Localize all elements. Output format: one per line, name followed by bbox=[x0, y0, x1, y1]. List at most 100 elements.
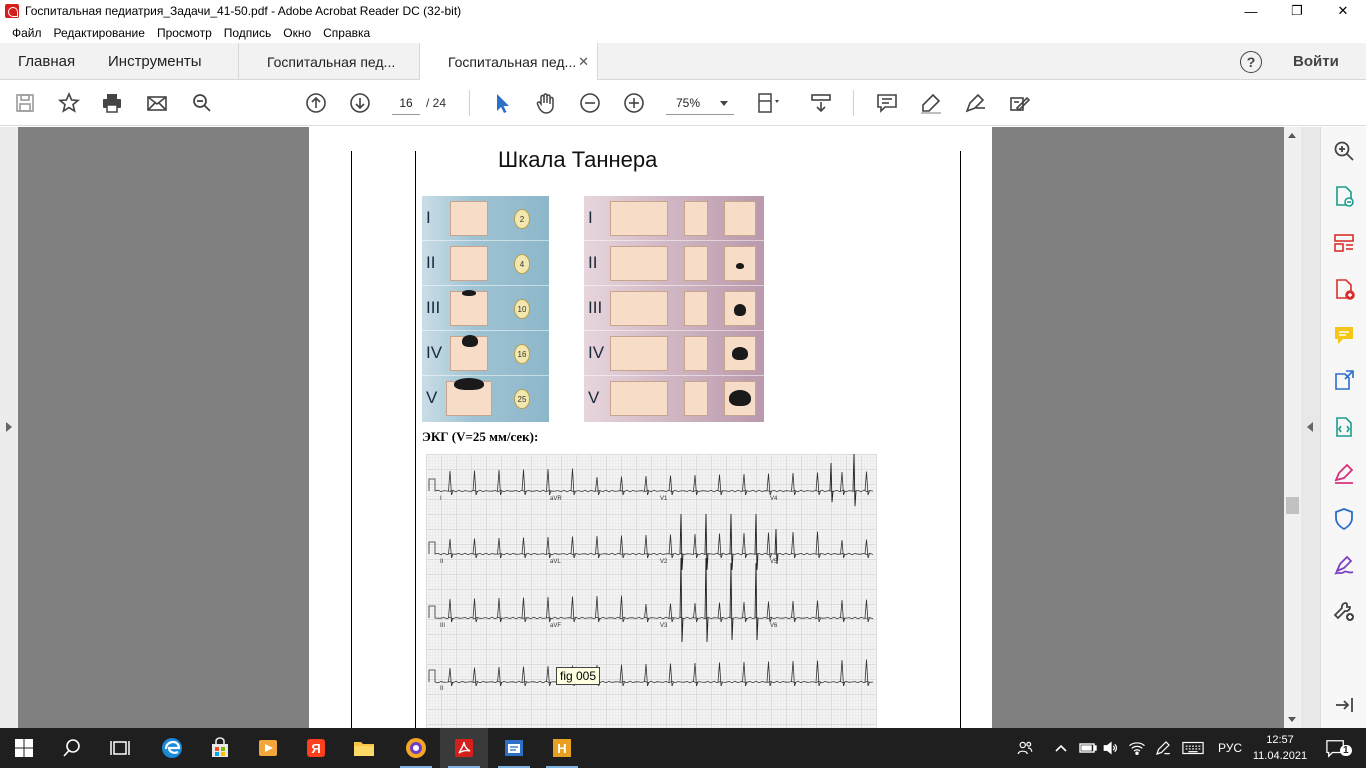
search-button[interactable] bbox=[48, 728, 96, 768]
menu-view[interactable]: Просмотр bbox=[151, 26, 218, 40]
bookmark-star-icon[interactable] bbox=[56, 90, 82, 116]
ecg-image: I aVR V1 V4 II aVL V2 V5 III aVF V3 V6 I… bbox=[426, 454, 877, 728]
ecg-qrs-complex bbox=[521, 537, 527, 559]
vertical-scrollbar[interactable] bbox=[1284, 127, 1301, 728]
maximize-button[interactable]: ❐ bbox=[1274, 0, 1320, 22]
yandex-taskbar-button[interactable]: Я bbox=[292, 728, 340, 768]
pen-icon[interactable] bbox=[1154, 739, 1172, 760]
zoom-search-icon[interactable] bbox=[189, 90, 215, 116]
chevron-down-icon bbox=[720, 101, 728, 106]
add-pdf-icon[interactable] bbox=[1332, 277, 1356, 301]
fill-sign-icon[interactable] bbox=[962, 90, 988, 116]
start-button[interactable] bbox=[0, 728, 48, 768]
ecg-qrs-complex bbox=[497, 666, 503, 687]
select-cursor-icon[interactable] bbox=[489, 90, 515, 116]
more-tools-icon[interactable] bbox=[1332, 599, 1356, 623]
right-pane-toggle[interactable] bbox=[1301, 127, 1320, 728]
tab-document-1[interactable]: Госпитальная пед... bbox=[238, 43, 418, 80]
ecg-lead-label: I bbox=[440, 496, 442, 502]
print-icon[interactable] bbox=[99, 90, 125, 116]
volume-icon[interactable] bbox=[1102, 739, 1120, 760]
ecg-qrs-complex bbox=[829, 462, 834, 503]
page-up-icon[interactable] bbox=[303, 90, 329, 116]
tab-home[interactable]: Главная bbox=[0, 43, 93, 80]
menu-window[interactable]: Окно bbox=[277, 26, 317, 40]
tab-tools[interactable]: Инструменты bbox=[90, 43, 220, 80]
tanner-row: V 25 bbox=[422, 376, 549, 421]
scroll-thumb[interactable] bbox=[1286, 497, 1299, 514]
sign-icon[interactable] bbox=[1332, 553, 1356, 577]
word-taskbar-button[interactable] bbox=[490, 728, 538, 768]
zoom-icon[interactable] bbox=[1332, 139, 1356, 163]
ecg-qrs-complex bbox=[595, 476, 601, 496]
media-player-taskbar-button[interactable] bbox=[244, 728, 292, 768]
save-icon[interactable] bbox=[12, 90, 38, 116]
scroll-up-icon[interactable] bbox=[1288, 133, 1296, 138]
h-app-taskbar-button[interactable]: H bbox=[538, 728, 586, 768]
close-window-button[interactable]: ✕ bbox=[1320, 0, 1366, 22]
acrobat-taskbar-button[interactable] bbox=[440, 728, 488, 768]
ecg-qrs-complex bbox=[742, 473, 748, 496]
clock[interactable]: 12:57 11.04.2021 bbox=[1252, 732, 1308, 764]
ecg-lead-label: V1 bbox=[660, 496, 668, 502]
collapse-pane-icon[interactable] bbox=[1332, 693, 1356, 717]
ecg-lead-label: aVR bbox=[550, 496, 562, 502]
organize-pages-icon[interactable] bbox=[1332, 231, 1356, 255]
protect-icon[interactable] bbox=[1332, 507, 1356, 531]
help-icon[interactable]: ? bbox=[1240, 51, 1262, 73]
menu-help[interactable]: Справка bbox=[317, 26, 376, 40]
explorer-taskbar-button[interactable] bbox=[340, 728, 388, 768]
zoom-out-icon[interactable] bbox=[577, 90, 603, 116]
menu-file[interactable]: Файл bbox=[6, 26, 48, 40]
comment-icon[interactable] bbox=[1332, 323, 1356, 347]
menu-sign[interactable]: Подпись bbox=[218, 26, 278, 40]
task-view-button[interactable] bbox=[96, 728, 144, 768]
tab-document-2[interactable]: Госпитальная пед... ✕ bbox=[419, 43, 598, 81]
wifi-icon[interactable] bbox=[1128, 739, 1146, 760]
hair-mark bbox=[736, 263, 744, 269]
highlight-icon[interactable] bbox=[918, 90, 944, 116]
svg-text:H: H bbox=[557, 741, 566, 756]
ecg-qrs-complex bbox=[754, 562, 759, 641]
ecg-qrs-complex bbox=[754, 513, 759, 571]
zoom-level-select[interactable]: 75% bbox=[666, 91, 734, 115]
more-tools-icon[interactable] bbox=[1006, 90, 1032, 116]
scroll-mode-icon[interactable] bbox=[808, 90, 834, 116]
sign-in-button[interactable]: Войти bbox=[1293, 53, 1339, 70]
female-side-figure bbox=[684, 291, 708, 326]
people-icon[interactable] bbox=[1016, 739, 1034, 760]
store-taskbar-button[interactable] bbox=[196, 728, 244, 768]
scroll-down-icon[interactable] bbox=[1288, 717, 1296, 722]
chevron-up-icon[interactable] bbox=[1054, 739, 1068, 760]
email-icon[interactable] bbox=[144, 90, 170, 116]
ecg-lead-label: V2 bbox=[660, 559, 668, 565]
keyboard-icon[interactable] bbox=[1182, 739, 1204, 760]
female-front-figure bbox=[610, 201, 668, 236]
left-pane-toggle[interactable] bbox=[0, 127, 18, 728]
minimize-button[interactable]: — bbox=[1228, 0, 1274, 22]
tanner-scale-female-image: I II III IV V bbox=[584, 196, 764, 422]
fill-sign-icon[interactable] bbox=[1332, 461, 1356, 485]
ecg-traces bbox=[428, 454, 874, 687]
browser-taskbar-button[interactable] bbox=[392, 728, 440, 768]
hand-icon[interactable] bbox=[533, 90, 559, 116]
ecg-qrs-complex bbox=[840, 599, 846, 623]
menu-edit[interactable]: Редактирование bbox=[48, 26, 151, 40]
tanner-row: II 4 bbox=[422, 241, 549, 286]
window-title: Госпитальная педиатрия_Задачи_41-50.pdf … bbox=[25, 4, 462, 18]
close-tab-icon[interactable]: ✕ bbox=[578, 54, 589, 70]
battery-icon[interactable] bbox=[1078, 740, 1098, 759]
page-fit-icon[interactable] bbox=[754, 90, 780, 116]
clock-time: 12:57 bbox=[1266, 734, 1294, 746]
input-language[interactable]: РУС bbox=[1218, 741, 1242, 755]
zoom-in-icon[interactable] bbox=[621, 90, 647, 116]
comment-icon[interactable] bbox=[874, 90, 900, 116]
create-pdf-icon[interactable] bbox=[1332, 184, 1356, 208]
page-down-icon[interactable] bbox=[347, 90, 373, 116]
ecg-qrs-complex bbox=[644, 475, 650, 496]
edit-pdf-icon[interactable] bbox=[1332, 415, 1356, 439]
page-number-input[interactable]: 16 bbox=[392, 91, 420, 115]
female-side-figure bbox=[684, 246, 708, 281]
export-pdf-icon[interactable] bbox=[1332, 368, 1356, 392]
edge-taskbar-button[interactable] bbox=[148, 728, 196, 768]
